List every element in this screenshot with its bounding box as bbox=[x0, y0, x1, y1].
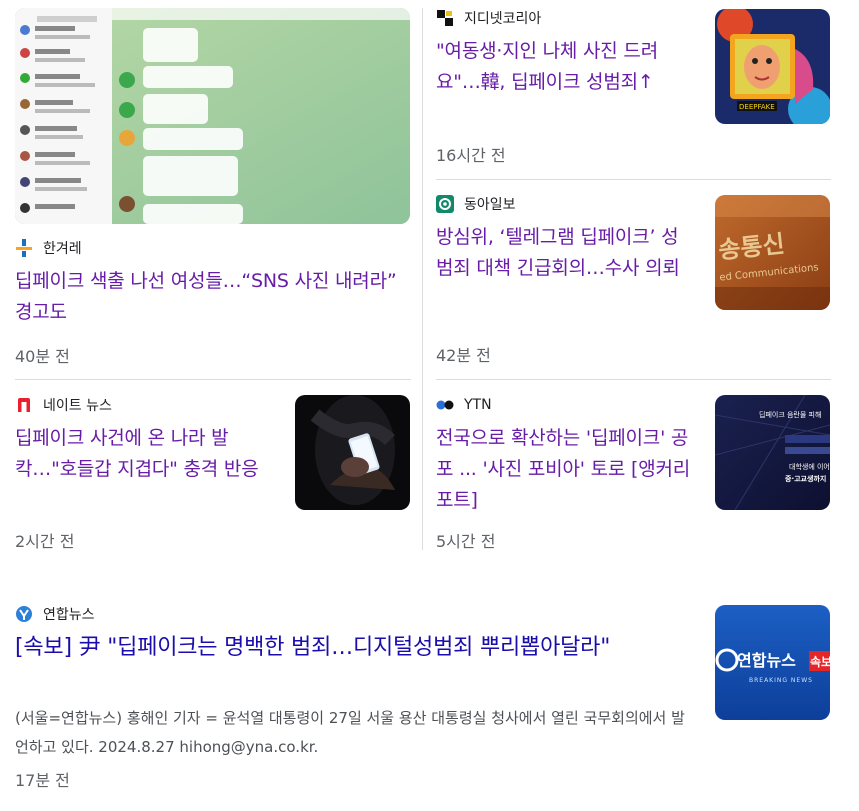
news-card-nate[interactable]: 네이트 뉴스 딥페이크 사건에 온 나라 발칵…"호들갑 지겹다" 충격 반응 … bbox=[15, 395, 411, 555]
article-title[interactable]: 전국으로 확산하는 '딥페이크' 공포 ... '사진 포비아' 토로 [앵커리… bbox=[436, 423, 692, 516]
building-sign-image: 송통신 ed Communications bbox=[715, 195, 830, 310]
news-graphic-image: 딥페이크 음란물 피해 대학생에 이어 중·고교생까지 bbox=[715, 395, 830, 510]
ytn-graphic-thumbnail[interactable]: 딥페이크 음란물 피해 대학생에 이어 중·고교생까지 bbox=[715, 395, 830, 510]
article-time: 17분 전 bbox=[15, 771, 70, 790]
article-snippet: (서울=연합뉴스) 홍해인 기자 = 윤석열 대통령이 27일 서울 용산 대통… bbox=[15, 709, 685, 756]
news-card-yonhap[interactable]: 연합뉴스 [속보] 尹 "딥페이크는 명백한 범죄…디지털성범죄 뿌리뽑아달라"… bbox=[15, 604, 831, 799]
source-name: 연합뉴스 bbox=[43, 607, 95, 623]
source-row: 지디넷코리아 bbox=[436, 8, 541, 28]
article-title[interactable]: 방심위, ‘텔레그램 딥페이크’ 성범죄 대책 긴급회의…수사 의뢰 bbox=[436, 222, 692, 284]
deepfake-illustration-image: DEEPFAKE bbox=[715, 9, 830, 124]
yonhap-breaking-thumbnail[interactable]: 연합뉴스 속보 BREAKING NEWS bbox=[715, 605, 830, 720]
article-time: 2시간 전 bbox=[15, 532, 75, 551]
deepfake-thumbnail[interactable]: DEEPFAKE bbox=[715, 9, 830, 124]
yonhap-thumb-text: 연합뉴스 bbox=[737, 651, 796, 670]
source-name: 한겨레 bbox=[43, 241, 82, 257]
ytn-icon bbox=[436, 396, 454, 414]
news-card-ytn[interactable]: YTN 전국으로 확산하는 '딥페이크' 공포 ... '사진 포비아' 토로 … bbox=[436, 395, 831, 555]
ytn-graphic-line3: 중·고교생까지 bbox=[785, 474, 826, 483]
source-name: 네이트 뉴스 bbox=[43, 398, 112, 414]
news-card-zdnet[interactable]: 지디넷코리아 "여동생·지인 나체 사진 드려요"…韓, 딥페이크 성범죄↑ 1… bbox=[436, 8, 831, 173]
news-card-donga[interactable]: 동아일보 방심위, ‘텔레그램 딥페이크’ 성범죄 대책 긴급회의…수사 의뢰 … bbox=[436, 194, 831, 365]
row-divider bbox=[436, 379, 831, 380]
source-name: 지디넷코리아 bbox=[464, 11, 542, 27]
donga-icon bbox=[436, 195, 454, 213]
column-divider bbox=[422, 8, 423, 550]
article-time: 40분 전 bbox=[15, 347, 70, 366]
yonhap-thumb-sub: BREAKING NEWS bbox=[749, 677, 813, 684]
phone-thumbnail[interactable] bbox=[295, 395, 410, 510]
ytn-graphic-line1: 딥페이크 음란물 피해 bbox=[759, 410, 821, 419]
phone-in-dark-image bbox=[295, 395, 410, 510]
source-row: 연합뉴스 bbox=[15, 604, 95, 624]
source-name: 동아일보 bbox=[464, 197, 516, 213]
building-sign-thumbnail[interactable]: 송통신 ed Communications bbox=[715, 195, 830, 310]
source-name: YTN bbox=[464, 397, 492, 413]
source-row: 동아일보 bbox=[436, 194, 516, 214]
yonhap-thumb-badge: 속보 bbox=[810, 655, 830, 669]
source-row: 네이트 뉴스 bbox=[15, 395, 112, 415]
svg-text:DEEPFAKE: DEEPFAKE bbox=[739, 103, 775, 111]
row-divider bbox=[15, 379, 411, 380]
yonhap-icon bbox=[15, 605, 33, 623]
row-divider bbox=[436, 179, 831, 180]
hani-icon bbox=[15, 239, 33, 257]
nate-icon bbox=[15, 396, 33, 414]
article-title[interactable]: 딥페이크 사건에 온 나라 발칵…"호들갑 지겹다" 충격 반응 bbox=[15, 423, 271, 485]
article-time: 42분 전 bbox=[436, 346, 491, 365]
article-title[interactable]: [속보] 尹 "딥페이크는 명백한 범죄…디지털성범죄 뿌리뽑아달라" bbox=[15, 632, 687, 664]
article-time: 5시간 전 bbox=[436, 532, 496, 551]
ytn-graphic-line2: 대학생에 이어 bbox=[789, 462, 830, 471]
news-card-hani[interactable]: 한겨레 딥페이크 색출 나선 여성들…“SNS 사진 내려라” 경고도 40분 … bbox=[15, 8, 411, 368]
article-title[interactable]: "여동생·지인 나체 사진 드려요"…韓, 딥페이크 성범죄↑ bbox=[436, 36, 688, 98]
telegram-chat-thumbnail[interactable] bbox=[15, 8, 410, 224]
article-title[interactable]: 딥페이크 색출 나선 여성들…“SNS 사진 내려라” 경고도 bbox=[15, 266, 410, 328]
yonhap-breaking-news-banner-image: 연합뉴스 속보 BREAKING NEWS bbox=[715, 605, 830, 720]
source-row: YTN bbox=[436, 395, 492, 415]
zdnet-icon bbox=[436, 9, 454, 27]
article-time: 16시간 전 bbox=[436, 146, 506, 165]
telegram-chat-screenshot-image bbox=[15, 8, 410, 224]
source-row: 한겨레 bbox=[15, 238, 82, 258]
